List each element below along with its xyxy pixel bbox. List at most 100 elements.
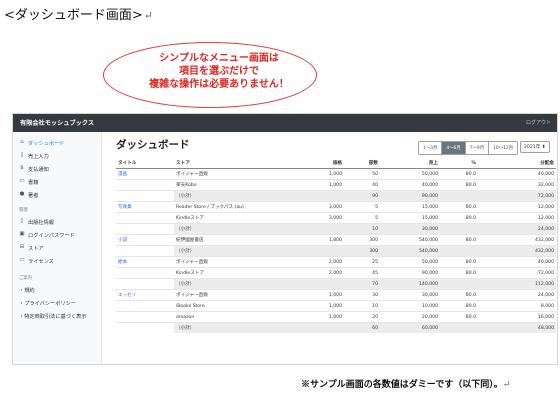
sidebar-item-terms[interactable]: ・規約 bbox=[13, 283, 101, 296]
sidebar-item-authors[interactable]: ● 著者 bbox=[13, 188, 101, 201]
column-header-quantity: 部数 bbox=[344, 158, 380, 169]
lock-icon: ▣ bbox=[19, 231, 25, 237]
table-cell-quantity: 5 bbox=[344, 201, 380, 213]
table-cell-store: iBooks Store bbox=[174, 300, 286, 312]
table-cell-store: （小計） bbox=[174, 190, 286, 202]
sidebar-item-label: 著者 bbox=[28, 193, 39, 199]
table-cell-price bbox=[286, 322, 344, 333]
table-cell-quantity: 60 bbox=[344, 322, 380, 333]
table-cell-sales: 40,000 bbox=[380, 179, 440, 191]
column-header-title: タイトル bbox=[116, 158, 174, 169]
table-cell-price: 1,000 bbox=[286, 168, 344, 180]
sidebar-item-sales-input[interactable]: ▯ 売上入力 bbox=[13, 149, 101, 162]
table-cell-quantity: 20 bbox=[344, 311, 380, 323]
quarter-button-q2[interactable]: 4〜6月 bbox=[442, 142, 466, 154]
sidebar-item-commercial-law[interactable]: ・特定商取引法に基づく表示 bbox=[13, 309, 101, 322]
table-cell-sales: 10,000 bbox=[380, 300, 440, 312]
logout-link[interactable]: ログアウト bbox=[526, 119, 551, 126]
sidebar-item-login-password[interactable]: ▣ ログインパスワード bbox=[13, 228, 101, 241]
table-cell-distribution: 72,000 bbox=[478, 267, 556, 279]
quarter-button-q4[interactable]: 10〜12月 bbox=[489, 142, 518, 154]
sidebar-item-dashboard[interactable]: ⌂ ダッシュボード bbox=[13, 136, 101, 149]
table-cell-quantity: 50 bbox=[344, 168, 380, 180]
return-mark: ↵ bbox=[143, 9, 154, 22]
table-cell-title bbox=[116, 311, 174, 323]
table-cell-title[interactable]: 漫画 bbox=[116, 168, 174, 180]
table-cell-price: 1,800 bbox=[286, 234, 344, 246]
table-body: 漫画 ポイジャー直販 1,000 50 50,000 80.0 40,000 楽天Kobo 1,… bbox=[116, 168, 556, 333]
table-cell-title bbox=[116, 190, 174, 202]
sidebar-item-books[interactable]: ▭ 書籍 bbox=[13, 175, 101, 188]
sidebar-item-label: 出版社情報 bbox=[28, 220, 54, 226]
table-cell-distribution: 72,000 bbox=[478, 190, 556, 202]
table-cell-sales: 30,000 bbox=[380, 223, 440, 235]
table-cell-sales: 90,000 bbox=[380, 190, 440, 202]
sidebar-main-nav: ⌂ ダッシュボード ▯ 売上入力 $ 支払通知 ▭ 書籍 ● 著者 bbox=[13, 136, 101, 201]
document-heading: <ダッシュボード画面>↵ bbox=[4, 4, 153, 23]
table-row: 漫画 ポイジャー直販 1,000 50 50,000 80.0 40,000 bbox=[116, 168, 556, 180]
sidebar-item-label: ・プライバシーポリシー bbox=[19, 301, 76, 307]
table-cell-price bbox=[286, 278, 344, 290]
table-cell-price bbox=[286, 245, 344, 257]
callout-line: シンプルなメニュー画面は bbox=[159, 53, 279, 64]
table-cell-price: 3,000 bbox=[286, 212, 344, 224]
table-cell-quantity: 300 bbox=[344, 234, 380, 246]
table-cell-sales: 15,000 bbox=[380, 201, 440, 213]
sales-table: タイトル ストア 価格 部数 売上 % 分配金 漫画 ポイジャー直販 1,000 50… bbox=[116, 158, 556, 333]
column-header-sales: 売上 bbox=[380, 158, 440, 169]
table-cell-title bbox=[116, 245, 174, 257]
page-title: ダッシュボード bbox=[116, 139, 190, 151]
quarter-button-q3[interactable]: 7〜9月 bbox=[465, 142, 490, 154]
table-row: 絵本 ポイジャー直販 2,000 25 50,000 80.0 40,000 bbox=[116, 256, 556, 268]
sidebar-item-privacy-policy[interactable]: ・プライバシーポリシー bbox=[13, 296, 101, 309]
table-cell-price: 1,000 bbox=[286, 300, 344, 312]
table-cell-store: 紀伊國屋書店 bbox=[174, 234, 286, 246]
sidebar-item-publisher-info[interactable]: ▯ 出版社情報 bbox=[13, 215, 101, 228]
column-header-store: ストア bbox=[174, 158, 286, 169]
table-cell-sales: 90,000 bbox=[380, 267, 440, 279]
table-cell-store: （小計） bbox=[174, 278, 286, 290]
sidebar-item-label: ライセンス bbox=[28, 259, 54, 265]
card-icon: ▭ bbox=[19, 257, 25, 263]
table-subtotal-row: （小計） 70 140,000 112,000 bbox=[116, 278, 556, 290]
sidebar-item-label: ストア bbox=[28, 246, 44, 252]
table-cell-distribution: 24,000 bbox=[478, 223, 556, 235]
table-cell-distribution: 8,000 bbox=[478, 300, 556, 312]
return-mark: ↵ bbox=[502, 380, 511, 390]
table-cell-percent bbox=[440, 190, 478, 202]
table-row: 小説 紀伊國屋書店 1,800 300 540,000 80.0 432,000 bbox=[116, 234, 556, 246]
table-cell-distribution: 432,000 bbox=[478, 234, 556, 246]
sidebar-item-license[interactable]: ▭ ライセンス bbox=[13, 254, 101, 267]
table-cell-percent: 80.0 bbox=[440, 168, 478, 180]
year-select[interactable]: 2021年 ⬍ bbox=[520, 141, 550, 153]
table-cell-percent bbox=[440, 245, 478, 257]
table-row: Kindleストア 3,000 5 15,000 80.0 12,000 bbox=[116, 212, 556, 224]
brand-name[interactable]: 有限会社モッシュブックス bbox=[20, 118, 94, 127]
table-cell-quantity: 10 bbox=[344, 223, 380, 235]
file-icon: ▯ bbox=[20, 152, 24, 158]
table-cell-title[interactable]: 小説 bbox=[116, 234, 174, 246]
table-cell-store: （小計） bbox=[174, 322, 286, 333]
table-cell-percent: 80.0 bbox=[440, 234, 478, 246]
sidebar-item-store[interactable]: ⊟ ストア bbox=[13, 241, 101, 254]
table-row: iBooks Store 1,000 10 10,000 80.0 8,000 bbox=[116, 300, 556, 312]
table-cell-title[interactable]: エッセイ bbox=[116, 289, 174, 301]
table-cell-distribution: 112,000 bbox=[478, 278, 556, 290]
sidebar-item-label: ・規約 bbox=[19, 288, 35, 294]
table-cell-percent bbox=[440, 278, 478, 290]
table-cell-store: ポイジャー直販 bbox=[174, 256, 286, 268]
sidebar-item-payment-notice[interactable]: $ 支払通知 bbox=[13, 162, 101, 175]
sidebar-item-label: 売上入力 bbox=[28, 154, 49, 160]
table-cell-title bbox=[116, 179, 174, 191]
table-cell-quantity: 300 bbox=[344, 245, 380, 257]
callout-text: シンプルなメニュー画面は 項目を選ぶだけで 複雑な操作は必要ありません！ bbox=[124, 52, 314, 91]
table-cell-title bbox=[116, 223, 174, 235]
table-cell-title[interactable]: 絵本 bbox=[116, 256, 174, 268]
table-cell-price: 1,000 bbox=[286, 311, 344, 323]
table-cell-sales: 50,000 bbox=[380, 168, 440, 180]
table-row: Kindleストア 2,000 45 90,000 80.0 72,000 bbox=[116, 267, 556, 279]
table-cell-title[interactable]: 写真集 bbox=[116, 201, 174, 213]
quarter-button-q1[interactable]: 1〜3月 bbox=[419, 142, 443, 154]
home-icon: ⌂ bbox=[20, 139, 24, 145]
footnote-text: ※サンプル画面の各数値はダミーです（以下同）。 bbox=[301, 380, 503, 390]
